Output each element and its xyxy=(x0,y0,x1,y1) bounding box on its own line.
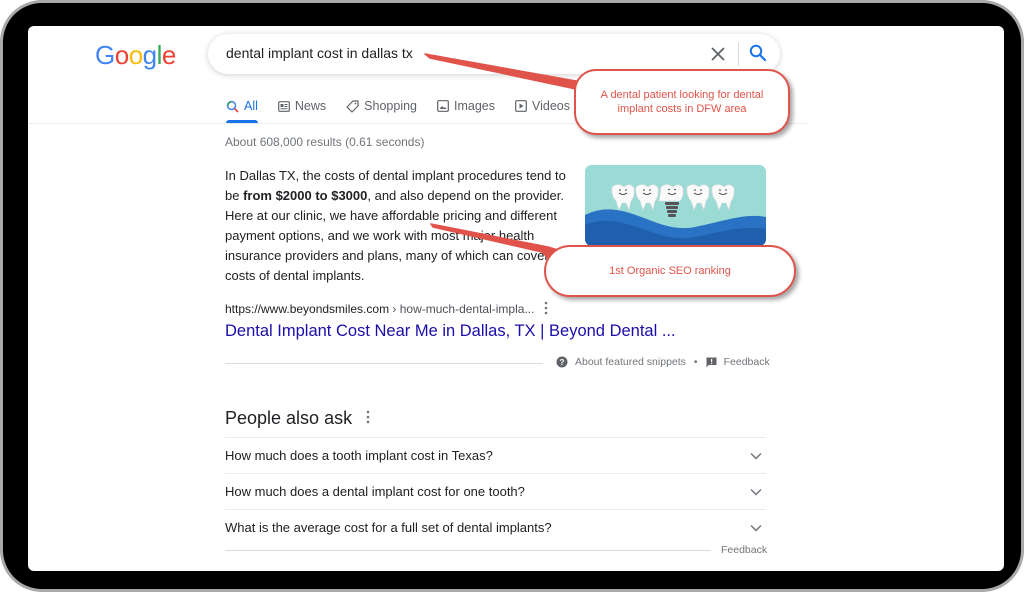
tab-news[interactable]: News xyxy=(278,94,326,118)
people-also-ask-list: How much does a tooth implant cost in Te… xyxy=(225,437,766,545)
help-icon: ? xyxy=(556,356,568,368)
paa-question[interactable]: What is the average cost for a full set … xyxy=(225,509,766,545)
logo-letter: o xyxy=(128,40,143,70)
feedback-label: Feedback xyxy=(723,356,770,368)
browser-screen: Google All News Shopping xyxy=(28,26,1004,571)
search-icon xyxy=(226,100,239,113)
feedback-icon xyxy=(706,357,717,367)
chevron-down-icon xyxy=(750,488,762,496)
tablet-frame: Google All News Shopping xyxy=(0,0,1024,592)
news-icon xyxy=(278,100,290,112)
tab-shopping[interactable]: Shopping xyxy=(346,94,417,118)
people-also-ask-heading: People also ask xyxy=(225,408,370,429)
tab-label: All xyxy=(244,99,258,113)
featured-snippet-text: In Dallas TX, the costs of dental implan… xyxy=(225,166,575,286)
snippet-image[interactable] xyxy=(585,165,766,246)
paa-question-text: How much does a dental implant cost for … xyxy=(225,484,525,499)
image-icon xyxy=(437,100,449,112)
paa-question[interactable]: How much does a tooth implant cost in Te… xyxy=(225,437,766,473)
tab-label: Shopping xyxy=(364,99,417,113)
search-divider xyxy=(738,42,739,66)
paa-question-text: What is the average cost for a full set … xyxy=(225,520,552,535)
separator-dot: • xyxy=(693,356,698,368)
snippet-highlight: from $2000 to $3000 xyxy=(243,188,368,203)
paa-options-button[interactable] xyxy=(366,410,370,427)
about-featured-snippets-link[interactable]: ? About featured snippets xyxy=(556,356,686,368)
logo-letter: o xyxy=(114,40,129,70)
about-label: About featured snippets xyxy=(575,356,686,368)
search-tabs: All News Shopping Images Videos xyxy=(226,94,590,124)
tab-images[interactable]: Images xyxy=(437,94,495,118)
tab-label: Images xyxy=(454,99,495,113)
annotation-callout-ranking: 1st Organic SEO ranking xyxy=(544,245,796,297)
result-options-button[interactable] xyxy=(540,301,552,317)
paa-question-text: How much does a tooth implant cost in Te… xyxy=(225,448,493,463)
svg-text:?: ? xyxy=(560,358,565,367)
tab-label: Videos xyxy=(532,99,570,113)
search-button[interactable] xyxy=(748,43,770,65)
logo-letter: g xyxy=(142,40,157,70)
tab-all[interactable]: All xyxy=(226,94,258,123)
google-logo[interactable]: Google xyxy=(95,40,176,71)
paa-question[interactable]: How much does a dental implant cost for … xyxy=(225,473,766,509)
more-vert-icon xyxy=(366,410,370,424)
tag-icon xyxy=(346,99,359,113)
chevron-down-icon xyxy=(750,524,762,532)
chevron-down-icon xyxy=(750,452,762,460)
snippet-divider xyxy=(225,363,543,364)
tab-label: News xyxy=(294,99,327,113)
annotation-callout-search: A dental patient looking for dental impl… xyxy=(574,69,790,135)
teeth-illustration xyxy=(585,165,766,246)
paa-title-text: People also ask xyxy=(225,408,353,428)
snippet-feedback-link[interactable]: Feedback xyxy=(706,356,770,368)
search-icon xyxy=(749,44,767,62)
url-domain: https://www.beyondsmiles.com xyxy=(225,302,390,316)
logo-letter: e xyxy=(161,40,176,70)
result-stats: About 608,000 results (0.61 seconds) xyxy=(225,135,425,149)
paa-feedback-link[interactable]: Feedback xyxy=(721,544,767,556)
snippet-footer: ? About featured snippets • Feedback xyxy=(556,356,770,368)
search-input[interactable] xyxy=(226,45,686,61)
result-url[interactable]: https://www.beyondsmiles.com › how-much-… xyxy=(225,302,534,316)
paa-divider xyxy=(225,550,711,551)
result-title-link[interactable]: Dental Implant Cost Near Me in Dallas, T… xyxy=(225,322,676,341)
tab-videos[interactable]: Videos xyxy=(515,94,570,118)
clear-search-button[interactable] xyxy=(708,43,728,65)
more-vert-icon xyxy=(544,301,548,315)
url-path: › how-much-dental-impla... xyxy=(389,302,535,316)
close-icon xyxy=(711,47,725,61)
logo-letter: G xyxy=(95,40,115,70)
play-icon xyxy=(515,100,527,112)
search-box xyxy=(208,34,780,74)
